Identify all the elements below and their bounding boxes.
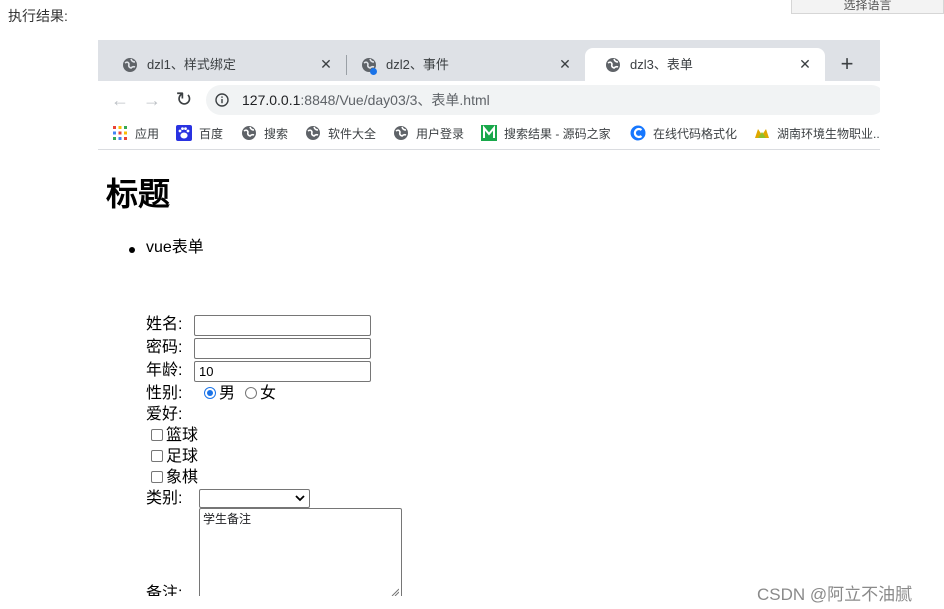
back-button[interactable]: ←: [109, 89, 131, 111]
hobby-football-label: 足球: [166, 448, 199, 465]
apps-grid-icon: [113, 126, 127, 140]
page-content: 标题 vue表单 姓名: 密码: 年龄: 10 性别: 男 女 爱好: 篮球 足…: [98, 150, 880, 596]
close-icon[interactable]: ✕: [797, 56, 813, 72]
password-input[interactable]: [194, 338, 371, 359]
tab-dzl1[interactable]: dzl1、样式绑定 ✕: [102, 48, 346, 81]
gender-male-radio[interactable]: [204, 387, 216, 399]
bookmark-label: 软件大全: [328, 126, 377, 141]
age-input[interactable]: 10: [194, 361, 371, 382]
bookmark-code-format[interactable]: 在线代码格式化: [630, 124, 737, 142]
tab-title: dzl3、表单: [630, 57, 693, 72]
bookmark-label: 搜索: [264, 126, 289, 141]
reload-button[interactable]: ↻: [173, 89, 195, 111]
bookmark-software[interactable]: 软件大全: [305, 124, 376, 142]
list-item: vue表单: [146, 239, 204, 256]
bookmarks-bar: 应用 百度 搜索 软件大全 用户登录 搜索结果 - 源码之家 在线代码格式化 湖…: [98, 118, 880, 150]
bookmark-label: 用户登录: [416, 126, 465, 141]
name-input[interactable]: [194, 315, 371, 336]
bookmark-label: 湖南环境生物职业...: [777, 126, 880, 141]
gender-female-label: 女: [260, 385, 277, 402]
tab-title: dzl1、样式绑定: [147, 57, 236, 72]
category-label: 类别:: [146, 490, 183, 507]
bookmark-user-login[interactable]: 用户登录: [393, 124, 464, 142]
globe-icon: [306, 126, 320, 140]
globe-icon: [606, 58, 620, 72]
hobby-basketball-label: 篮球: [166, 427, 199, 444]
hobby-football-checkbox[interactable]: [151, 450, 163, 462]
browser-window: dzl1、样式绑定 ✕ dzl2、事件 ✕ dzl3、表单 ✕ + ← → ↻ …: [98, 40, 880, 596]
select-language-button[interactable]: 选择语言: [791, 0, 944, 14]
remark-text: 学生备注: [203, 512, 252, 526]
hobby-chess-label: 象棋: [166, 469, 199, 486]
url-path: :8848/Vue/day03/3、表单.html: [300, 92, 490, 108]
tab-dzl2[interactable]: dzl2、事件 ✕: [341, 48, 585, 81]
name-label: 姓名:: [146, 316, 183, 333]
globe-icon: [123, 58, 137, 72]
gender-female-radio[interactable]: [245, 387, 257, 399]
csdn-watermark: CSDN @阿立不油腻: [757, 585, 913, 604]
list-bullet: [129, 247, 135, 253]
bookmark-baidu[interactable]: 百度: [176, 124, 223, 142]
blue-c-icon: [630, 125, 646, 141]
hobby-label: 爱好:: [146, 406, 183, 423]
info-icon[interactable]: [215, 93, 229, 107]
bookmark-hunan-school[interactable]: 湖南环境生物职业...: [754, 124, 880, 142]
bookmark-label: 百度: [199, 126, 224, 141]
tab-dzl3[interactable]: dzl3、表单 ✕: [585, 48, 825, 81]
globe-icon: [394, 126, 408, 140]
hobby-chess-checkbox[interactable]: [151, 471, 163, 483]
bookmark-yuanma[interactable]: 搜索结果 - 源码之家: [481, 124, 611, 142]
hobby-basketball-checkbox[interactable]: [151, 429, 163, 441]
page-heading: 标题: [106, 176, 171, 212]
remark-label: 备注:: [146, 585, 183, 596]
bookmark-label: 在线代码格式化: [653, 126, 738, 141]
age-label: 年龄:: [146, 362, 183, 379]
globe-icon: [242, 126, 256, 140]
url-host: 127.0.0.1: [242, 92, 301, 108]
bookmark-label: 应用: [135, 126, 160, 141]
tab-strip: dzl1、样式绑定 ✕ dzl2、事件 ✕ dzl3、表单 ✕ +: [98, 40, 880, 81]
gender-male-label: 男: [219, 385, 236, 402]
new-tab-button[interactable]: +: [836, 53, 858, 76]
chevron-down-icon: [295, 495, 305, 502]
close-icon[interactable]: ✕: [557, 56, 573, 72]
bookmark-apps[interactable]: 应用: [112, 124, 159, 142]
green-m-icon: [481, 125, 497, 141]
baidu-paw-icon: [176, 125, 192, 141]
gender-label: 性别:: [146, 385, 183, 402]
loading-dot-icon: [370, 68, 377, 75]
category-select[interactable]: [199, 489, 310, 508]
forward-button[interactable]: →: [141, 89, 163, 111]
bookmark-label: 搜索结果 - 源码之家: [504, 126, 611, 141]
remark-textarea[interactable]: 学生备注: [199, 508, 402, 596]
close-icon[interactable]: ✕: [318, 56, 334, 72]
address-bar[interactable]: 127.0.0.1:8848/Vue/day03/3、表单.html: [206, 85, 880, 115]
resize-handle-icon[interactable]: [391, 588, 399, 596]
result-caption: 执行结果:: [8, 8, 68, 24]
bookmark-search[interactable]: 搜索: [241, 124, 288, 142]
tab-title: dzl2、事件: [386, 57, 449, 72]
url-text: 127.0.0.1:8848/Vue/day03/3、表单.html: [242, 92, 490, 108]
password-label: 密码:: [146, 339, 183, 356]
school-logo-icon: [755, 129, 769, 138]
toolbar: ← → ↻ 127.0.0.1:8848/Vue/day03/3、表单.html: [98, 81, 880, 118]
